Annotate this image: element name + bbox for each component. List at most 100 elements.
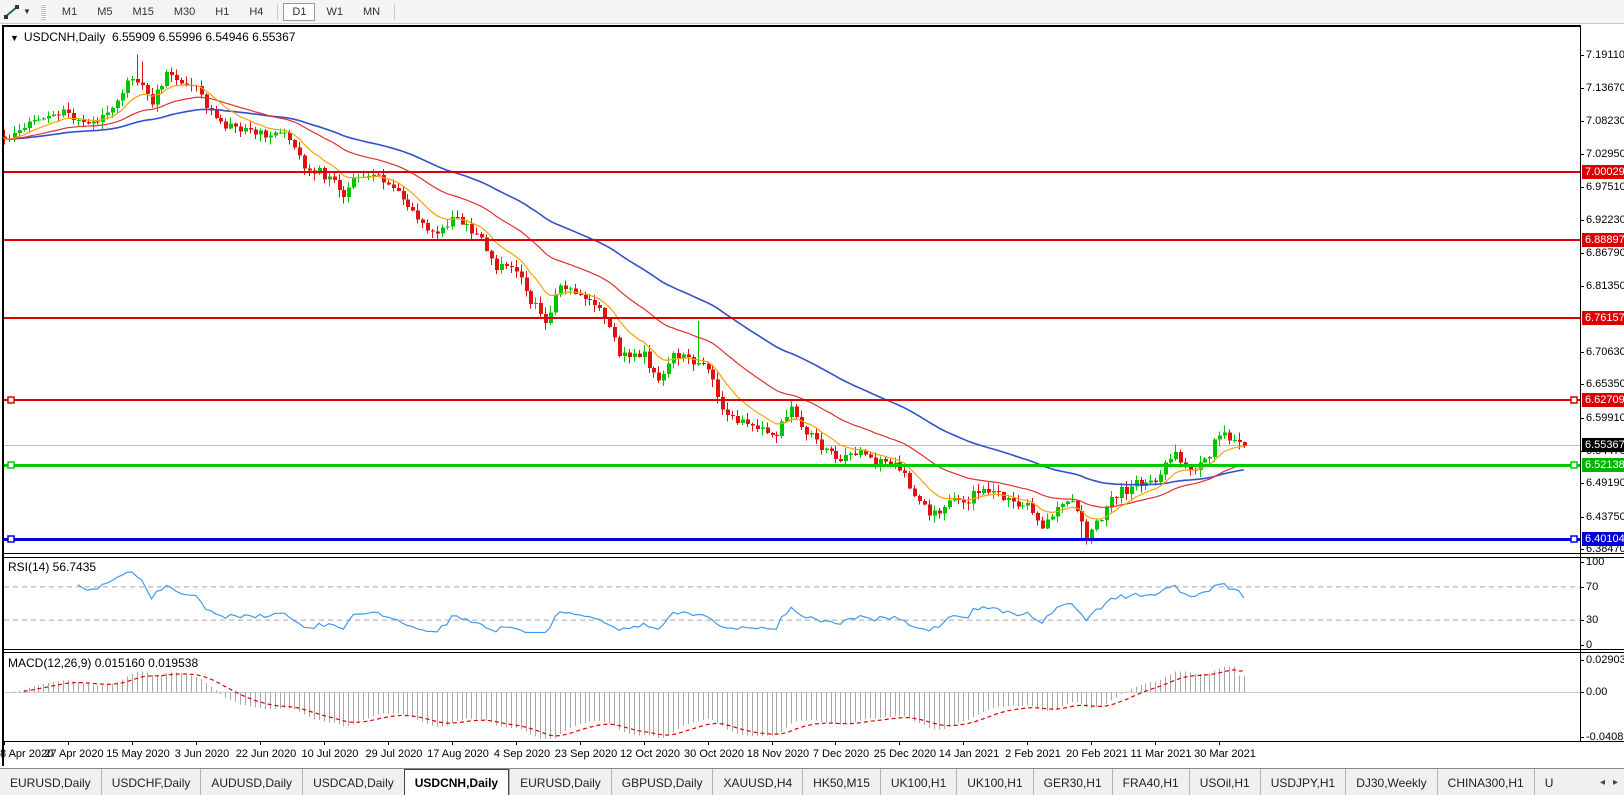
chart-tab-eurusd-daily[interactable]: EURUSD,Daily bbox=[0, 769, 101, 795]
chart-tab-eurusd-daily[interactable]: EURUSD,Daily bbox=[509, 769, 611, 795]
axis-tick-mark bbox=[1580, 645, 1584, 646]
date-axis-label: 25 Dec 2020 bbox=[869, 748, 941, 760]
chart-tab-uk100-h1[interactable]: UK100,H1 bbox=[956, 769, 1032, 795]
line-handle[interactable] bbox=[8, 536, 14, 542]
price-axis-tick: 6.65350 bbox=[1586, 378, 1624, 390]
chart-tab-usdcnh-daily[interactable]: USDCNH,Daily bbox=[404, 769, 509, 795]
axis-tick-mark bbox=[1580, 253, 1584, 254]
date-axis-label: 3 Jun 2020 bbox=[166, 748, 238, 760]
chart-window[interactable]: ▼USDCNH,Daily 6.55909 6.55996 6.54946 6.… bbox=[0, 24, 1624, 767]
axis-tick-mark bbox=[1580, 517, 1584, 518]
date-axis-label: 12 Oct 2020 bbox=[614, 748, 686, 760]
chart-canvas[interactable] bbox=[0, 24, 1624, 767]
timeframe-button-w1[interactable]: W1 bbox=[317, 3, 352, 21]
rsi-axis-tick: 70 bbox=[1586, 581, 1598, 593]
price-axis-tick: 6.70630 bbox=[1586, 346, 1624, 358]
trendline-tool-icon[interactable] bbox=[3, 4, 21, 20]
resistance-line[interactable] bbox=[4, 399, 1580, 401]
chart-tab-dj30-weekly[interactable]: DJ30,Weekly bbox=[1345, 769, 1436, 795]
line-handle[interactable] bbox=[8, 397, 14, 403]
chart-tab-xauusd-h4[interactable]: XAUUSD,H4 bbox=[712, 769, 802, 795]
date-tick-mark bbox=[963, 742, 964, 745]
chart-tab-usdchf-daily[interactable]: USDCHF,Daily bbox=[101, 769, 201, 795]
chart-tab-u[interactable]: U bbox=[1534, 769, 1564, 795]
chart-tab-audusd-daily[interactable]: AUDUSD,Daily bbox=[200, 769, 302, 795]
price-axis-badge: 6.88897 bbox=[1582, 233, 1624, 247]
timeframe-button-mn[interactable]: MN bbox=[354, 3, 389, 21]
price-axis-tick: 7.08230 bbox=[1586, 115, 1624, 127]
resistance-line[interactable] bbox=[4, 239, 1580, 241]
date-tick-mark bbox=[132, 742, 133, 745]
tab-scroll-right-icon[interactable]: ▸ bbox=[1609, 777, 1622, 788]
timeframe-button-d1[interactable]: D1 bbox=[283, 3, 315, 21]
date-tick-mark bbox=[68, 742, 69, 745]
price-axis-separator bbox=[1580, 25, 1581, 741]
support-line[interactable] bbox=[4, 538, 1580, 541]
chart-tab-bar: EURUSD,DailyUSDCHF,DailyAUDUSD,DailyUSDC… bbox=[0, 768, 1624, 795]
timeframe-button-h4[interactable]: H4 bbox=[240, 3, 272, 21]
date-axis-label: 29 Jul 2020 bbox=[358, 748, 430, 760]
line-handle[interactable] bbox=[1571, 397, 1577, 403]
chart-tab-usdcad-daily[interactable]: USDCAD,Daily bbox=[302, 769, 404, 795]
axis-tick-mark bbox=[1580, 352, 1584, 353]
resistance-line[interactable] bbox=[4, 317, 1580, 319]
timeframe-button-m1[interactable]: M1 bbox=[53, 3, 86, 21]
date-tick-mark bbox=[835, 742, 836, 745]
price-axis-tick: 6.92230 bbox=[1586, 214, 1624, 226]
price-axis-badge: 6.40104 bbox=[1582, 532, 1624, 546]
axis-tick-mark bbox=[1580, 737, 1584, 738]
price-axis-tick: 6.43750 bbox=[1586, 511, 1624, 523]
date-tick-mark bbox=[1219, 742, 1220, 745]
timeframe-button-m5[interactable]: M5 bbox=[88, 3, 121, 21]
chart-tab-hk50-m15[interactable]: HK50,M15 bbox=[802, 769, 880, 795]
axis-tick-mark bbox=[1580, 187, 1584, 188]
date-tick-mark bbox=[708, 742, 709, 745]
tab-scroll-left-icon[interactable]: ◂ bbox=[1596, 777, 1609, 788]
date-axis-label: 18 Nov 2020 bbox=[742, 748, 814, 760]
chart-tab-china300-h1[interactable]: CHINA300,H1 bbox=[1437, 769, 1534, 795]
date-axis-label: 2 Feb 2021 bbox=[997, 748, 1069, 760]
current-price-line bbox=[4, 445, 1580, 446]
price-axis-badge: 6.52138 bbox=[1582, 458, 1624, 472]
chart-tab-fra40-h1[interactable]: FRA40,H1 bbox=[1112, 769, 1189, 795]
line-handle[interactable] bbox=[1571, 462, 1577, 468]
axis-tick-mark bbox=[1580, 384, 1584, 385]
date-axis-label: 11 Mar 2021 bbox=[1125, 748, 1197, 760]
ma-fast-line bbox=[4, 85, 1244, 519]
support-line[interactable] bbox=[4, 464, 1580, 467]
chart-tab-gbpusd-daily[interactable]: GBPUSD,Daily bbox=[611, 769, 713, 795]
line-handle[interactable] bbox=[1571, 536, 1577, 542]
macd-panel-top bbox=[2, 652, 1624, 653]
macd-axis-tick: -0.04085 bbox=[1586, 731, 1624, 743]
date-axis-label: 30 Mar 2021 bbox=[1189, 748, 1261, 760]
timeframe-button-m30[interactable]: M30 bbox=[165, 3, 204, 21]
chart-tab-ger30-h1[interactable]: GER30,H1 bbox=[1033, 769, 1112, 795]
axis-tick-mark bbox=[1580, 562, 1584, 563]
chart-tab-uk100-h1[interactable]: UK100,H1 bbox=[880, 769, 956, 795]
axis-tick-mark bbox=[1580, 660, 1584, 661]
date-tick-mark bbox=[196, 742, 197, 745]
macd-signal-line bbox=[24, 670, 1244, 736]
macd-axis-tick: 0.00 bbox=[1586, 686, 1607, 698]
date-axis-label: 22 Jun 2020 bbox=[230, 748, 302, 760]
timeframe-button-h1[interactable]: H1 bbox=[206, 3, 238, 21]
timeframe-button-m15[interactable]: M15 bbox=[123, 3, 162, 21]
rsi-axis-tick: 0 bbox=[1586, 639, 1592, 651]
axis-tick-mark bbox=[1580, 121, 1584, 122]
date-tick-mark bbox=[644, 742, 645, 745]
price-axis-badge: 6.62709 bbox=[1582, 393, 1624, 407]
axis-tick-mark bbox=[1580, 55, 1584, 56]
date-tick-mark bbox=[772, 742, 773, 745]
date-axis-label: 14 Jan 2021 bbox=[933, 748, 1005, 760]
chart-tab-usdjpy-h1[interactable]: USDJPY,H1 bbox=[1260, 769, 1345, 795]
date-tick-mark bbox=[1027, 742, 1028, 745]
dropdown-caret-icon[interactable]: ▼ bbox=[23, 7, 31, 16]
rsi-panel-bottom bbox=[2, 649, 1624, 650]
line-handle[interactable] bbox=[8, 462, 14, 468]
price-axis-tick: 6.59910 bbox=[1586, 412, 1624, 424]
mt4-terminal: ▼ M1M5M15M30H1H4 D1W1MN ▼USDCNH,Daily 6.5… bbox=[0, 0, 1624, 795]
date-axis-label: 20 Feb 2021 bbox=[1061, 748, 1133, 760]
macd-axis-tick: 0.029032 bbox=[1586, 654, 1624, 666]
chart-tab-usoil-h1[interactable]: USOil,H1 bbox=[1189, 769, 1260, 795]
resistance-line[interactable] bbox=[4, 171, 1580, 173]
